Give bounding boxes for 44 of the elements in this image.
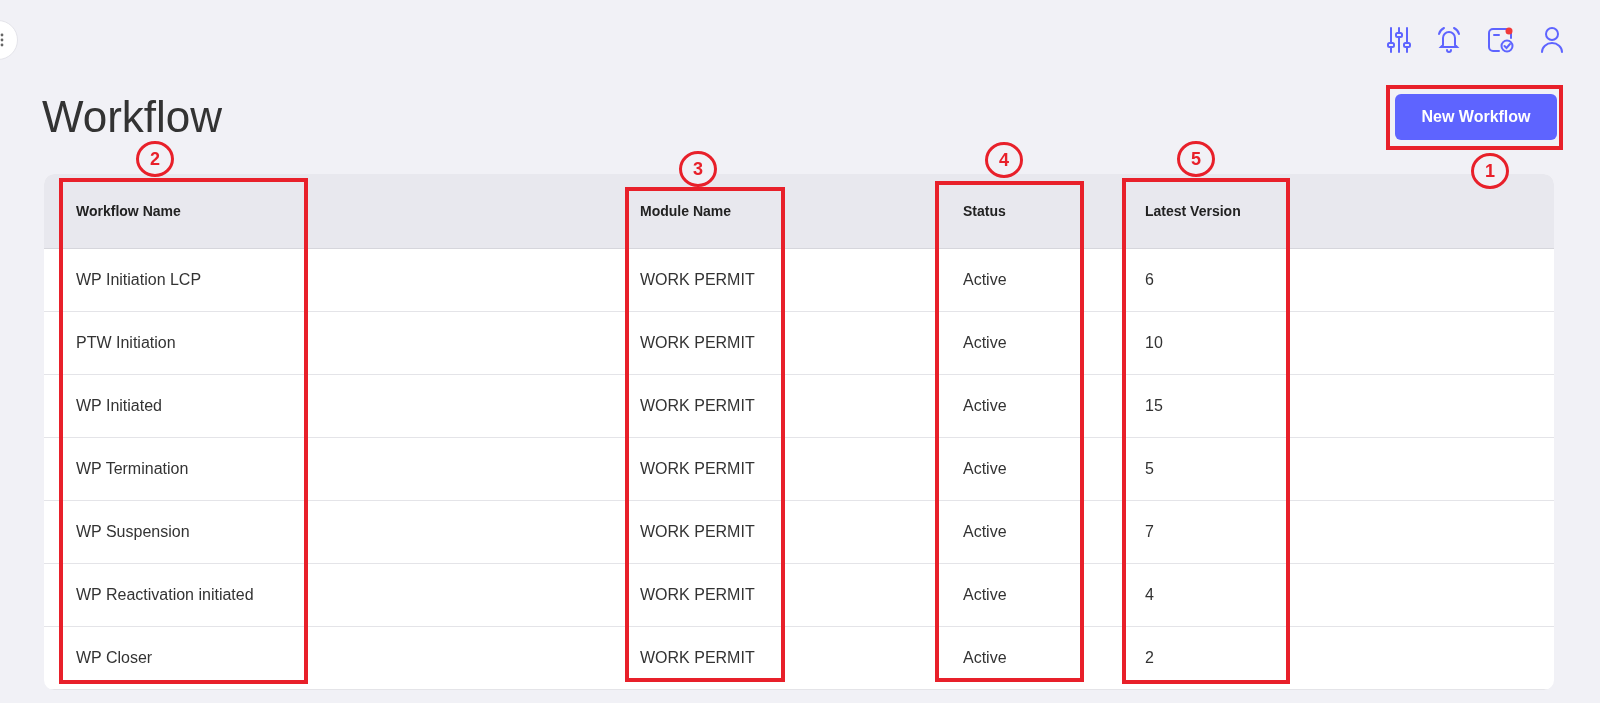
table-cell-text: 5 [1144, 460, 1154, 478]
page-title: Workflow [42, 92, 223, 142]
annotation-number: 4 [985, 142, 1023, 178]
table-cell-text: WORK PERMIT [639, 397, 755, 415]
table-cell-text: WP Reactivation initiated [75, 586, 254, 604]
table-cell-text: 4 [1144, 586, 1154, 604]
annotation-number: 3 [679, 151, 717, 187]
table-cell-text: WORK PERMIT [639, 271, 755, 289]
table-cell-text: WP Suspension [75, 523, 190, 541]
table-cell-text: Active [962, 271, 1007, 289]
sliders-icon[interactable] [1387, 26, 1411, 54]
new-workflow-button[interactable]: New Workflow [1395, 94, 1557, 140]
table-cell-text: WORK PERMIT [639, 334, 755, 352]
table-cell-text: WP Termination [75, 460, 189, 478]
table-cell-text: 6 [1144, 271, 1154, 289]
table-cell-text: Active [962, 460, 1007, 478]
table-cell-text: 7 [1144, 523, 1154, 541]
table-cell-text: WORK PERMIT [639, 649, 755, 667]
column-header[interactable]: Workflow Name [44, 203, 181, 219]
calendar-check-icon[interactable] [1487, 26, 1515, 54]
column-header[interactable]: Module Name [608, 203, 731, 219]
table-cell-text: WP Initiation LCP [75, 271, 202, 289]
table-cell-text: PTW Initiation [75, 334, 176, 352]
table-cell-text: WORK PERMIT [639, 523, 755, 541]
table-cell-text: Active [962, 649, 1007, 667]
table-cell-text: 15 [1144, 397, 1163, 415]
annotation-number: 5 [1177, 141, 1215, 177]
annotation-number: 2 [136, 141, 174, 177]
table-cell-text: WORK PERMIT [639, 586, 755, 604]
column-header[interactable]: Status [931, 203, 1006, 219]
table-cell-text: WP Closer [75, 649, 153, 667]
table-cell-text: Active [962, 397, 1007, 415]
alarm-bell-icon[interactable] [1436, 26, 1462, 54]
table-cell-text: 10 [1144, 334, 1163, 352]
table-cell-text: Active [962, 523, 1007, 541]
table-cell-text: Active [962, 334, 1007, 352]
table-cell-text: Active [962, 586, 1007, 604]
table-cell-text: WORK PERMIT [639, 460, 755, 478]
column-header[interactable]: Latest Version [1113, 203, 1241, 219]
annotation-number: 1 [1471, 153, 1509, 189]
table-cell-text: WP Initiated [75, 397, 162, 415]
table-cell-text: 2 [1144, 649, 1154, 667]
dots-icon [0, 33, 4, 47]
user-icon[interactable] [1540, 26, 1564, 54]
